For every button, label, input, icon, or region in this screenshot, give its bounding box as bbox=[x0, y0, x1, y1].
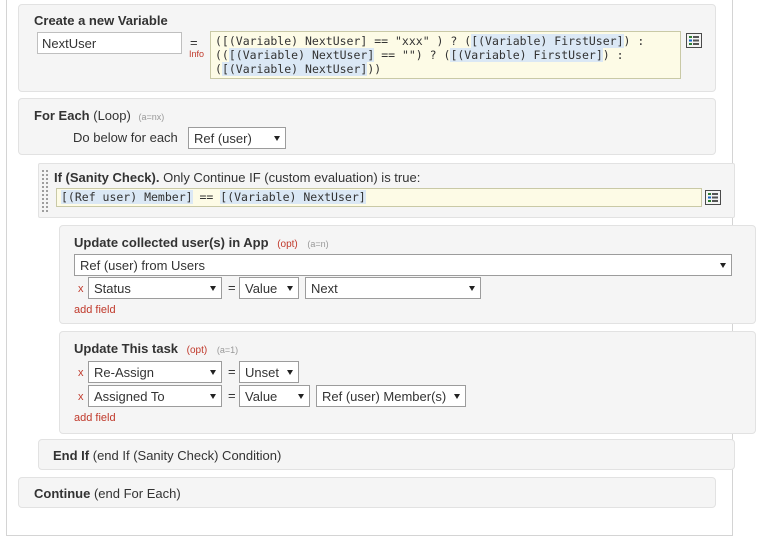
end-if-title: End If (end If (Sanity Check) Condition) bbox=[53, 448, 281, 463]
field-picker-icon[interactable] bbox=[705, 190, 721, 205]
mode-select-value: Value bbox=[245, 389, 278, 404]
add-field-link[interactable]: add field bbox=[74, 304, 116, 316]
mode-select-value: Unset bbox=[245, 365, 279, 380]
update-collected-title: Update collected user(s) in App (opt) (a… bbox=[74, 235, 329, 250]
if-check-panel: If (Sanity Check). Only Continue IF (cus… bbox=[38, 163, 735, 218]
create-variable-title: Create a new Variable bbox=[34, 13, 168, 28]
expr-token: [(Ref user) Member] bbox=[61, 190, 193, 204]
chevron-down-icon bbox=[287, 286, 293, 291]
chevron-down-icon bbox=[469, 286, 475, 291]
expr-text: == bbox=[192, 190, 221, 204]
variable-name-input[interactable]: NextUser bbox=[37, 32, 182, 54]
field-select-value: Assigned To bbox=[94, 389, 165, 404]
value-select-value: Next bbox=[311, 281, 338, 296]
continue-title: Continue (end For Each) bbox=[34, 486, 181, 501]
field-picker-icon[interactable] bbox=[686, 33, 702, 48]
update-collected-panel: Update collected user(s) in App (opt) (a… bbox=[59, 225, 756, 324]
end-if-title-bold: End If bbox=[53, 448, 90, 463]
for-each-title-normal: (Loop) bbox=[93, 108, 131, 123]
mode-select-value: Value bbox=[245, 281, 278, 296]
expr-text: ) : bbox=[623, 34, 645, 48]
create-variable-panel: Create a new Variable NextUser = Info ([… bbox=[18, 4, 716, 92]
for-each-title: For Each (Loop) (a=nx) bbox=[34, 108, 164, 123]
for-each-select-value: Ref (user) bbox=[194, 131, 252, 146]
equals-sign: = bbox=[228, 388, 236, 403]
for-each-select[interactable]: Ref (user) bbox=[188, 127, 286, 149]
expr-text: )) bbox=[367, 62, 382, 76]
if-check-title: If (Sanity Check). Only Continue IF (cus… bbox=[54, 170, 420, 185]
remove-field-button[interactable]: x bbox=[78, 391, 84, 403]
chevron-down-icon bbox=[210, 394, 216, 399]
end-if-panel: End If (end If (Sanity Check) Condition) bbox=[38, 439, 735, 470]
expr-token: [(Variable) NextUser] bbox=[220, 190, 366, 204]
chevron-down-icon bbox=[298, 394, 304, 399]
equals-sign: = bbox=[190, 35, 198, 50]
expr-token: [(Variable) NextUser] bbox=[228, 48, 375, 62]
remove-field-button[interactable]: x bbox=[78, 283, 84, 295]
expr-token: [(Variable) FirstUser] bbox=[450, 48, 603, 62]
field-select-value: Status bbox=[94, 281, 131, 296]
chevron-down-icon bbox=[274, 136, 280, 141]
update-task-panel: Update This task (opt) (a=1) x Re-Assign… bbox=[59, 331, 756, 434]
remove-field-button[interactable]: x bbox=[78, 367, 84, 379]
if-check-title-bold: If (Sanity Check). bbox=[54, 170, 160, 185]
mode-select[interactable]: Value bbox=[239, 277, 299, 299]
update-collected-title-text: Update collected user(s) in App bbox=[74, 235, 269, 250]
drag-handle-icon[interactable] bbox=[42, 170, 48, 214]
source-select[interactable]: Ref (user) from Users bbox=[74, 254, 732, 276]
update-task-title-text: Update This task bbox=[74, 341, 179, 356]
mode-select[interactable]: Unset bbox=[239, 361, 299, 383]
chevron-down-icon bbox=[287, 370, 293, 375]
chevron-down-icon bbox=[210, 370, 216, 375]
end-if-title-normal: (end If (Sanity Check) Condition) bbox=[92, 448, 282, 463]
update-collected-tag: (a=n) bbox=[307, 239, 329, 249]
optional-tag: (opt) bbox=[277, 239, 298, 250]
expr-token: [(Variable) FirstUser] bbox=[471, 34, 624, 48]
chevron-down-icon bbox=[720, 263, 726, 268]
add-field-link[interactable]: add field bbox=[74, 412, 116, 424]
source-select-value: Ref (user) from Users bbox=[80, 258, 205, 273]
do-below-label: Do below for each bbox=[73, 130, 178, 145]
value-select[interactable]: Ref (user) Member(s) bbox=[316, 385, 466, 407]
field-select-value: Re-Assign bbox=[94, 365, 154, 380]
for-each-title-bold: For Each bbox=[34, 108, 90, 123]
continue-title-normal: (end For Each) bbox=[93, 486, 181, 501]
for-each-panel: For Each (Loop) (a=nx) Do below for each… bbox=[18, 98, 716, 155]
value-select[interactable]: Next bbox=[305, 277, 481, 299]
if-expression-input[interactable]: [(Ref user) Member] == [(Variable) NextU… bbox=[56, 188, 702, 207]
optional-tag: (opt) bbox=[186, 345, 208, 356]
if-check-title-normal: Only Continue IF (custom evaluation) is … bbox=[163, 170, 421, 185]
update-task-tag: (a=1) bbox=[216, 345, 239, 355]
chevron-down-icon bbox=[454, 394, 460, 399]
continue-title-bold: Continue bbox=[34, 486, 91, 501]
expr-text: == "") ? ( bbox=[374, 48, 451, 62]
equals-sign: = bbox=[228, 364, 236, 379]
expr-text: ( bbox=[215, 62, 222, 76]
for-each-tag: (a=nx) bbox=[138, 112, 165, 122]
expr-text: (( bbox=[215, 48, 229, 62]
chevron-down-icon bbox=[210, 286, 216, 291]
variable-expression-input[interactable]: ([(Variable) NextUser] == "xxx" ) ? ([(V… bbox=[210, 31, 681, 79]
expr-token: [(Variable) NextUser] bbox=[221, 62, 368, 76]
field-select[interactable]: Re-Assign bbox=[88, 361, 222, 383]
value-select-value: Ref (user) Member(s) bbox=[322, 389, 447, 404]
continue-panel: Continue (end For Each) bbox=[18, 477, 716, 508]
field-select[interactable]: Status bbox=[88, 277, 222, 299]
info-link[interactable]: Info bbox=[189, 49, 204, 59]
update-task-title: Update This task (opt) (a=1) bbox=[74, 341, 238, 356]
expr-text: ) : bbox=[602, 48, 624, 62]
expr-text: ([(Variable) NextUser] == "xxx" ) ? ( bbox=[215, 34, 472, 48]
field-select[interactable]: Assigned To bbox=[88, 385, 222, 407]
equals-sign: = bbox=[228, 280, 236, 295]
mode-select[interactable]: Value bbox=[239, 385, 310, 407]
